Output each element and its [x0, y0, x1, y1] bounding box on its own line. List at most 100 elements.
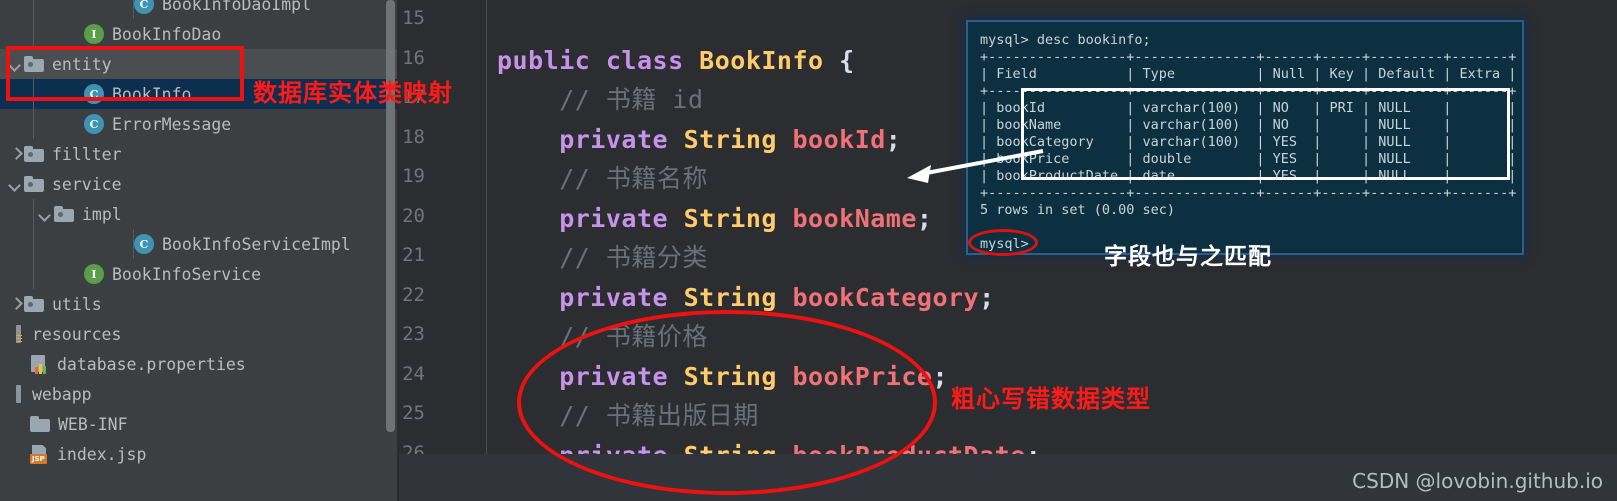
tree-indent-guide — [33, 199, 34, 229]
code-token-typ: String — [683, 124, 793, 154]
csdn-watermark: CSDN @lovobin.github.io — [1352, 469, 1603, 493]
code-line[interactable]: public class BookInfo { — [497, 46, 855, 76]
tree-item-impl[interactable]: impl — [0, 199, 398, 229]
tree-item-resources[interactable]: resources — [0, 319, 398, 349]
properties-icon — [30, 354, 49, 374]
line-number[interactable]: 18 — [385, 125, 425, 149]
tree-item-bookinfodao[interactable]: I BookInfoDao — [0, 19, 398, 49]
terminal-line: | bookCategory | varchar(100) | YES | | … — [980, 134, 1517, 150]
gutter-divider — [486, 0, 487, 501]
code-line[interactable]: // 书籍分类 — [497, 243, 708, 273]
tree-item-errormessage[interactable]: C ErrorMessage — [0, 109, 398, 139]
module-res-icon — [16, 325, 24, 343]
tree-item-label: service — [52, 174, 122, 194]
tree-indent-guide — [33, 79, 34, 109]
annotation-wrong-type: 粗心写错数据类型 — [951, 385, 1151, 413]
tree-item-label: resources — [32, 324, 122, 344]
mysql-terminal-panel[interactable]: mysql> desc bookinfo; +-----------------+… — [966, 20, 1524, 255]
code-line[interactable]: private String bookId; — [497, 125, 901, 155]
terminal-line: +-----------------+---------------+-----… — [980, 185, 1517, 201]
code-token-fld: bookCategory — [792, 282, 980, 312]
code-token-pun: ; — [932, 361, 949, 391]
class-icon: C — [134, 234, 154, 254]
code-line[interactable]: private String bookPrice; — [497, 362, 948, 392]
code-token-cmt: // 书籍 id — [497, 85, 704, 114]
code-token-pun: { — [839, 45, 855, 75]
terminal-line: | bookId | varchar(100) | NO | PRI | NUL… — [980, 100, 1517, 116]
tree-item-database-properties[interactable]: database.properties — [0, 349, 398, 379]
code-token-kw: private — [497, 361, 684, 391]
code-line[interactable]: private String bookCategory; — [497, 283, 995, 313]
chevron-open-icon[interactable] — [8, 56, 24, 72]
code-line[interactable]: // 书籍出版日期 — [497, 401, 759, 431]
code-token-typ: String — [683, 203, 793, 233]
terminal-line: mysql> — [980, 236, 1037, 252]
line-number[interactable]: 21 — [385, 243, 425, 267]
code-token-kw: public — [497, 45, 606, 75]
chevron-open-icon[interactable] — [8, 176, 24, 192]
line-number[interactable]: 20 — [385, 204, 425, 228]
code-line[interactable]: // 书籍 id — [497, 85, 704, 115]
tree-item-fillter[interactable]: fillter — [0, 139, 398, 169]
tree-item-bookinfodaoimpl[interactable]: C BookInfoDaoImpl — [0, 0, 398, 19]
line-number[interactable]: 22 — [385, 283, 425, 307]
project-tree-list[interactable]: C BookInfoDaoImpl I BookInfoDao entity C BookI… — [0, 0, 398, 469]
tree-item-bookinfoservice[interactable]: I BookInfoService — [0, 259, 398, 289]
tree-item-web-inf[interactable]: WEB-INF — [0, 409, 398, 439]
tree-item-label: entity — [52, 54, 112, 74]
code-line[interactable]: private String bookName; — [497, 204, 932, 234]
code-line[interactable]: // 书籍名称 — [497, 164, 708, 194]
terminal-line: | Field | Type | Null | Key | Default | … — [980, 66, 1517, 82]
tree-item-bookinfoserviceimpl[interactable]: C BookInfoServiceImpl — [0, 229, 398, 259]
tree-indent-guide — [33, 109, 34, 139]
folder-icon — [54, 206, 74, 222]
class-icon: C — [84, 84, 104, 104]
line-number[interactable]: 24 — [385, 362, 425, 386]
tree-indent-guide — [33, 0, 34, 19]
tree-item-service[interactable]: service — [0, 169, 398, 199]
annotation-entity-mapping: 数据库实体类映射 — [253, 79, 453, 107]
tree-item-utils[interactable]: utils — [0, 289, 398, 319]
line-number[interactable]: 16 — [385, 46, 425, 70]
tree-item-label: BookInfo — [112, 84, 192, 104]
tree-item-label: BookInfoDao — [112, 24, 222, 44]
line-number[interactable]: 23 — [385, 322, 425, 346]
terminal-line: mysql> desc bookinfo; — [980, 32, 1151, 48]
folder-plain-icon — [30, 416, 50, 432]
tree-indent-guide — [33, 259, 34, 289]
tree-item-webapp[interactable]: webapp — [0, 379, 398, 409]
code-token-cmt: // 书籍价格 — [497, 322, 708, 351]
chevron-closed-icon[interactable] — [8, 296, 24, 312]
code-token-cmt: // 书籍出版日期 — [497, 401, 759, 430]
tree-indent-guide — [33, 229, 34, 259]
code-token-kw: class — [605, 45, 700, 75]
class-icon: C — [134, 0, 154, 14]
tree-item-label: webapp — [32, 384, 92, 404]
line-number[interactable]: 19 — [385, 164, 425, 188]
terminal-line: +-----------------+---------------+-----… — [980, 49, 1517, 65]
tree-item-index-jsp[interactable]: JSP index.jsp — [0, 439, 398, 469]
class-icon: C — [84, 114, 104, 134]
chevron-open-icon[interactable] — [38, 206, 54, 222]
code-token-pun: ; — [916, 203, 933, 233]
code-line[interactable]: // 书籍价格 — [497, 322, 708, 352]
terminal-line: | bookPrice | double | YES | | NULL | | — [980, 151, 1517, 167]
code-token-fld: bookId — [792, 124, 886, 154]
chevron-closed-icon[interactable] — [8, 146, 24, 162]
tree-item-label: database.properties — [57, 354, 246, 374]
tree-item-label: WEB-INF — [58, 414, 128, 434]
line-number[interactable]: 25 — [385, 401, 425, 425]
folder-icon — [24, 146, 44, 162]
line-number[interactable]: 15 — [385, 6, 425, 30]
tree-item-label: BookInfoService — [112, 264, 262, 284]
terminal-line: +-----------------+---------------+-----… — [980, 83, 1517, 99]
